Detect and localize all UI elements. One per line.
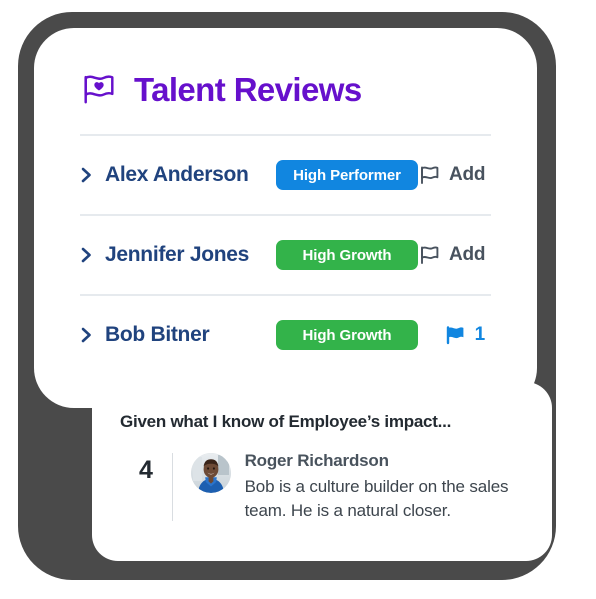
- screenshot-stage: Talent Reviews Alex Anderson High Perfor…: [0, 0, 596, 599]
- vertical-divider: [172, 453, 173, 522]
- card-content: Talent Reviews Alex Anderson High Perfor…: [34, 28, 537, 408]
- chevron-right-icon[interactable]: [80, 166, 93, 184]
- employee-name: Bob Bitner: [105, 323, 210, 346]
- row-name-group[interactable]: Alex Anderson: [80, 163, 276, 187]
- row-name-group[interactable]: Jennifer Jones: [80, 243, 276, 267]
- flag-count-button[interactable]: 1: [444, 324, 491, 346]
- flag-outline-icon[interactable]: [418, 164, 440, 186]
- flag-count-label: 1: [474, 324, 486, 345]
- add-flag-label: Add: [449, 244, 486, 265]
- status-badge[interactable]: High Performer: [276, 160, 418, 190]
- table-row[interactable]: Bob Bitner High Growth 1: [64, 296, 507, 374]
- flag-outline-icon[interactable]: [418, 244, 440, 266]
- chevron-right-icon[interactable]: [80, 246, 93, 264]
- chevron-right-icon[interactable]: [80, 326, 93, 344]
- add-flag-button[interactable]: Add: [418, 244, 491, 266]
- table-row[interactable]: Alex Anderson High Performer Add: [64, 136, 507, 214]
- flag-filled-icon[interactable]: [444, 324, 466, 346]
- row-name-group[interactable]: Bob Bitner: [80, 323, 276, 347]
- card-header: Talent Reviews: [64, 70, 507, 108]
- status-badge[interactable]: High Growth: [276, 240, 418, 270]
- add-flag-button[interactable]: Add: [418, 164, 491, 186]
- page-title: Talent Reviews: [134, 70, 362, 108]
- review-detail-card: Given what I know of Employee’s impact..…: [92, 382, 552, 561]
- review-question: Given what I know of Employee’s impact..…: [120, 412, 452, 431]
- review-rating-value: 4: [139, 456, 153, 484]
- flag-heart-icon: [80, 70, 118, 108]
- add-flag-label: Add: [449, 164, 486, 185]
- status-badge[interactable]: High Growth: [276, 320, 418, 350]
- table-row[interactable]: Jennifer Jones High Growth Add: [64, 216, 507, 294]
- employee-name: Alex Anderson: [105, 163, 249, 186]
- review-comment: Bob is a culture builder on the sales te…: [244, 477, 509, 521]
- review-body: 4 Roger Richardson Bob is a culture buil…: [120, 451, 524, 523]
- talent-review-list: Alex Anderson High Performer Add Jennife…: [64, 136, 507, 374]
- talent-reviews-card: Talent Reviews Alex Anderson High Perfor…: [34, 28, 537, 408]
- employee-name: Jennifer Jones: [105, 243, 250, 266]
- review-text-column: Roger Richardson Bob is a culture builde…: [245, 451, 524, 523]
- avatar: [190, 453, 231, 493]
- reviewer-name: Roger Richardson: [244, 451, 389, 470]
